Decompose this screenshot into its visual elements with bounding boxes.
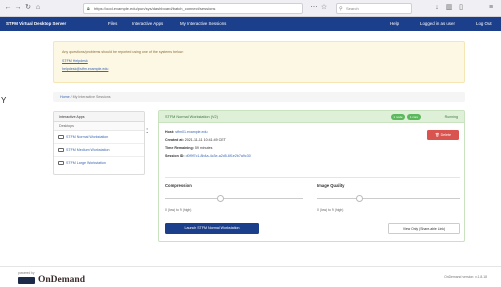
helpdesk-link[interactable]: STFM Helpdesk	[62, 59, 88, 63]
breadcrumb-current: My Interactive Sessions	[72, 95, 111, 99]
home-icon[interactable]: ⌂	[34, 4, 42, 12]
compression-slider-handle[interactable]	[216, 195, 224, 202]
view-only-button[interactable]: View Only (Share-able Link)	[388, 223, 460, 234]
compression-hint: 0 (low) to 9 (high)	[165, 208, 192, 212]
time-label: Time Remaining:	[165, 146, 194, 150]
compression-label: Compression	[165, 183, 192, 188]
reload-icon[interactable]: ↻	[24, 4, 32, 12]
desktop-icon	[58, 160, 64, 165]
ondemand-logo[interactable]: OnDemand	[38, 275, 85, 286]
sidebar-item-medium[interactable]: STFM Medium Workstation	[54, 144, 144, 157]
search-placeholder: Search	[346, 6, 359, 11]
announcement-alert: Any questions/problems should be reporte…	[53, 41, 465, 83]
sidebar-item-label: STFM Normal Workstation	[66, 135, 109, 139]
search-input[interactable]: ⚲ Search	[336, 3, 412, 14]
delete-button[interactable]: 🗑︎ Delete	[427, 130, 459, 140]
navbar-brand[interactable]: STFM Virtual Desktop Server	[6, 17, 66, 31]
delete-label: Delete	[440, 133, 451, 137]
trash-icon: 🗑︎	[435, 133, 440, 137]
created-label: Created at:	[165, 138, 184, 142]
nav-logout[interactable]: Log Out	[476, 17, 492, 31]
compression-track[interactable]	[165, 198, 303, 199]
interactive-apps-sidebar: Interactive Apps Desktops STFM Normal Wo…	[53, 111, 145, 175]
page-footer: powered by OnDemand OnDemand version: v.…	[0, 266, 501, 287]
alert-text: Any questions/problems should be reporte…	[62, 50, 184, 54]
download-icon[interactable]: ↓	[433, 4, 441, 12]
breadcrumb-sep: /	[70, 95, 72, 99]
time-value: 59 minutes	[194, 146, 213, 150]
sidebar-icon[interactable]: ▯	[457, 4, 465, 12]
host-label: Host:	[165, 130, 175, 134]
margin-fragment: Y	[1, 96, 7, 105]
lock-icon: 🔒︎	[87, 6, 90, 12]
host-row: Host: stfm01.example.edu	[165, 130, 208, 134]
node-badge: 1 node	[391, 114, 405, 120]
breadcrumb-home[interactable]: Home	[60, 95, 70, 99]
sidebar-subheader: Desktops	[54, 122, 144, 131]
quality-track[interactable]	[317, 198, 460, 199]
forward-icon[interactable]: →	[14, 4, 22, 12]
url-bar[interactable]: 🔒︎ https://ood.example.edu/pun/sys/dashb…	[83, 3, 303, 14]
sidebar-item-large[interactable]: STFM Large Workstation	[54, 157, 144, 170]
back-icon[interactable]: ←	[4, 4, 12, 12]
nav-my-sessions[interactable]: My Interactive Sessions	[180, 17, 226, 31]
helpdesk-email-link[interactable]: helpdesk@stfm.example.edu	[62, 67, 108, 71]
session-header: STFM Normal Workstation (V2) 1 node 1 co…	[159, 111, 464, 123]
nav-help[interactable]: Help	[390, 17, 399, 31]
nav-interactive-apps[interactable]: Interactive Apps	[132, 17, 163, 31]
session-status: Running	[444, 115, 458, 119]
ondemand-logo-icon	[18, 277, 35, 284]
session-id-label: Session ID:	[165, 154, 185, 158]
divider	[165, 177, 460, 178]
created-row: Created at: 2021-11-11 10:41:49 CET	[165, 138, 226, 142]
session-card: STFM Normal Workstation (V2) 1 node 1 co…	[158, 110, 465, 242]
breadcrumb: Home / My Interactive Sessions	[53, 92, 465, 102]
host-value[interactable]: stfm01.example.edu	[175, 130, 207, 134]
url-text: https://ood.example.edu/pun/sys/dashboar…	[94, 6, 216, 11]
created-value: 2021-11-11 10:41:49 CET	[184, 138, 226, 142]
session-id-value[interactable]: d0f9f7c1-8b4a-4c3e-a2d5-6f1e2b7a9c30	[186, 154, 251, 158]
session-id-row: Session ID: d0f9f7c1-8b4a-4c3e-a2d5-6f1e…	[165, 154, 251, 158]
search-icon: ⚲	[339, 6, 343, 12]
quality-label: Image Quality	[317, 183, 345, 188]
library-icon[interactable]: ▥	[445, 4, 453, 12]
sidebar-item-label: STFM Medium Workstation	[66, 148, 110, 152]
session-title[interactable]: STFM Normal Workstation (V2)	[165, 115, 218, 119]
more-icon[interactable]: ⋯	[310, 4, 318, 12]
bookmark-icon[interactable]: ☆	[320, 4, 328, 12]
version-text: OnDemand version: v.1.8.18	[444, 275, 487, 279]
launch-button[interactable]: Launch STFM Normal Workstation	[165, 223, 259, 234]
browser-toolbar: ← → ↻ ⌂ 🔒︎ https://ood.example.edu/pun/s…	[0, 0, 501, 17]
sidebar-item-normal[interactable]: STFM Normal Workstation	[54, 131, 144, 144]
desktop-icon	[58, 134, 64, 139]
nav-user: Logged in as user	[420, 21, 455, 26]
sidebar-item-label: STFM Large Workstation	[66, 161, 106, 165]
powered-by-text: powered by	[18, 271, 35, 275]
app-navbar: STFM Virtual Desktop Server Files Intera…	[0, 17, 501, 31]
desktop-icon	[58, 147, 64, 152]
time-row: Time Remaining: 59 minutes	[165, 146, 212, 150]
menu-icon[interactable]: ≡	[487, 4, 495, 12]
quality-hint: 0 (low) to 9 (high)	[317, 208, 344, 212]
margin-colon: :	[146, 126, 149, 135]
nav-files[interactable]: Files	[108, 17, 117, 31]
quality-slider-handle[interactable]	[356, 195, 364, 202]
core-badge: 1 core	[407, 114, 421, 120]
sidebar-header: Interactive Apps	[54, 112, 144, 122]
